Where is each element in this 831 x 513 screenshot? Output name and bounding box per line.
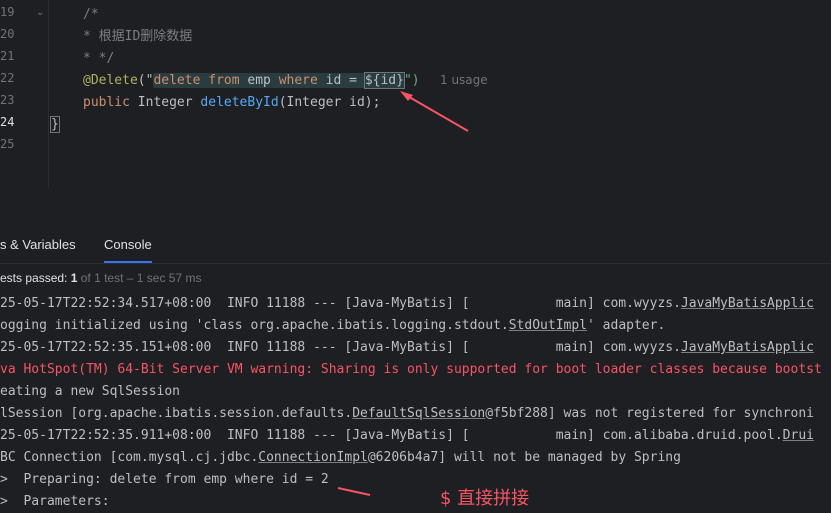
return-type: Integer [129,95,201,110]
line-number-gutter: 19 20 21 22 23 24 25 ⌄ [0,0,48,188]
line-number: 23 [0,93,15,107]
console-link[interactable]: JavaMyBatisApplic [681,340,814,355]
console-warning-line: va HotSpot(TM) 64-Bit Server VM warning:… [0,362,822,377]
console-preparing-line: > Preparing: delete from emp where id = … [0,472,329,487]
code-editor[interactable]: 19 20 21 22 23 24 25 ⌄ /* * 根据ID删除数据 * *… [0,0,831,188]
console-line: 25-05-17T22:52:35.151+08:00 INFO 11188 -… [0,337,814,359]
sql-table: emp [247,73,271,88]
line-number: 21 [0,49,15,63]
console-line: BC Connection [com.mysql.cj.jdbc.Connect… [0,447,681,469]
test-status-summary: of 1 test – 1 sec 57 ms [77,271,202,285]
comment-text: * 根据ID删除数据 [83,29,193,44]
console-line: 25-05-17T22:52:34.517+08:00 INFO 11188 -… [0,293,814,315]
comment-close: * */ [83,51,115,66]
console-output[interactable]: 25-05-17T22:52:34.517+08:00 INFO 11188 -… [0,293,831,513]
test-status: ests passed: 1 of 1 test – 1 sec 57 ms [0,268,201,288]
console-link[interactable]: DefaultSqlSession [352,406,485,421]
console-line: 25-05-17T22:52:35.911+08:00 INFO 11188 -… [0,425,814,447]
tab-threads-variables[interactable]: s & Variables [0,227,76,263]
console-link[interactable]: JavaMyBatisApplic [681,296,814,311]
console-text: 25-05-17T22:52:35.911+08:00 INFO 11188 -… [0,428,783,443]
console-link[interactable]: ConnectionImpl [258,450,368,465]
method-params: (Integer id); [278,95,381,110]
annotation-name: @Delete [83,73,138,88]
closing-brace: } [50,114,60,136]
fold-chevron-icon[interactable]: ⌄ [36,7,44,18]
line-number: 19 [0,5,15,19]
console-text: 25-05-17T22:52:35.151+08:00 INFO 11188 -… [0,340,681,355]
console-text-rest: ' adapter. [587,318,666,333]
usage-hint-link[interactable]: 1 usage [440,73,488,87]
sql-condition: id = [325,73,365,88]
console-text-rest: @6206b4a7] will not be managed by Spring [367,450,681,465]
tool-window-tabbar: s & Variables Console [0,227,831,264]
console-parameters-line: > Parameters: [0,494,110,509]
sql-string-highlight: delete from emp where id = ${id} [153,72,405,89]
paren-close: ") [403,73,420,88]
console-text: 25-05-17T22:52:34.517+08:00 INFO 11188 -… [0,296,681,311]
keyword-public: public [83,95,130,110]
paren-open: (" [137,73,154,88]
tab-console[interactable]: Console [104,227,152,263]
sql-keyword-delete: delete [153,73,201,88]
sql-keyword-from: from [200,73,248,88]
method-declaration: public Integer deleteById(Integer id); [83,92,380,114]
console-text-rest: @f5bf288] was not registered for synchro… [485,406,814,421]
line-number: 20 [0,27,15,41]
line-number: 22 [0,71,15,85]
brace-char: } [50,116,60,133]
console-link[interactable]: Drui [783,428,814,443]
console-text: lSession [org.apache.ibatis.session.defa… [0,406,353,421]
console-line: ogging initialized using 'class org.apac… [0,315,665,337]
comment-open: /* [83,7,99,22]
console-text: BC Connection [com.mysql.cj.jdbc. [0,450,259,465]
sql-param-placeholder: ${id} [363,72,405,89]
sql-keyword-where: where [270,73,326,88]
console-line: lSession [org.apache.ibatis.session.defa… [0,403,814,425]
line-number-current: 24 [0,115,15,129]
test-status-prefix: ests passed: [0,271,71,285]
console-text: ogging initialized using 'class org.apac… [0,318,509,333]
gutter-divider [48,0,49,188]
method-name: deleteById [200,95,279,110]
annotation-label: $ 直接拼接 [440,488,530,509]
console-line: eating a new SqlSession [0,384,181,399]
delete-annotation-line: @Delete("delete from emp where id = ${id… [83,70,420,92]
console-link[interactable]: StdOutImpl [509,318,587,333]
line-number: 25 [0,137,15,151]
